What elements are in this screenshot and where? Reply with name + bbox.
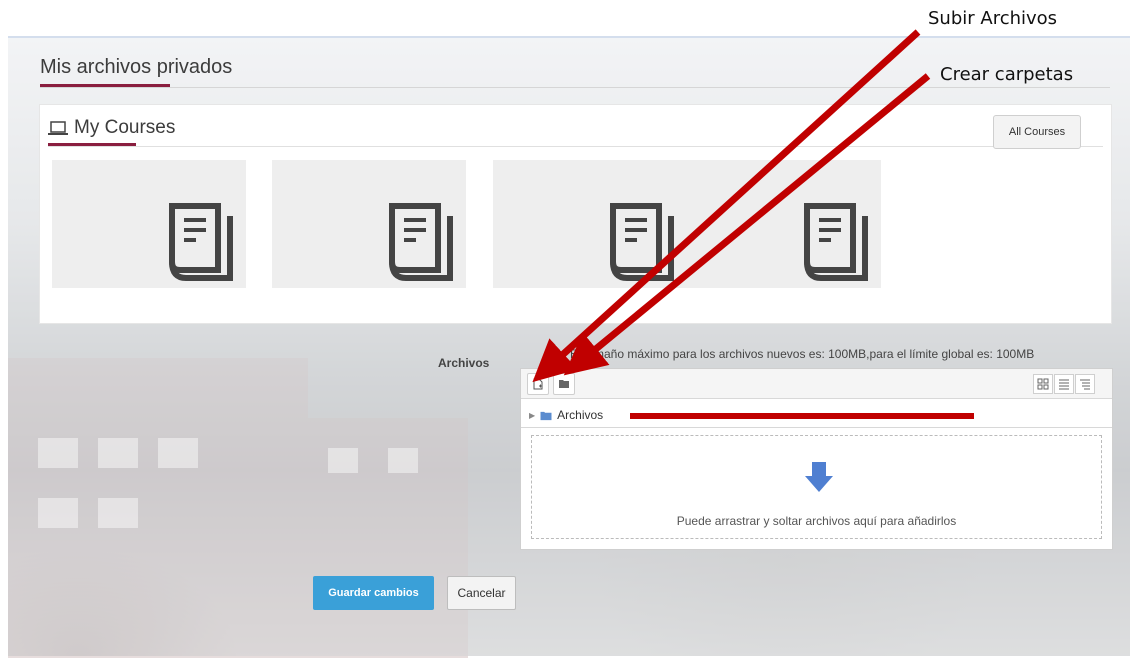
book-icon bbox=[389, 203, 453, 281]
folder-annotation: Crear carpetas bbox=[940, 64, 1074, 85]
book-icon bbox=[169, 203, 233, 281]
create-folder-icon bbox=[559, 380, 569, 388]
courses-divider bbox=[48, 146, 1103, 147]
course-card[interactable] bbox=[687, 160, 881, 288]
course-card[interactable] bbox=[52, 160, 246, 288]
course-card[interactable] bbox=[272, 160, 466, 288]
screenshot-stage: Mis archivos privados My Courses All Cou… bbox=[0, 0, 1130, 661]
grid-view-icon bbox=[1037, 378, 1049, 390]
file-manager-toolbar bbox=[521, 369, 1112, 399]
page-title-divider bbox=[40, 87, 1110, 88]
tree-view-button[interactable] bbox=[1075, 374, 1095, 394]
page-title: Mis archivos privados bbox=[40, 56, 233, 78]
my-courses-block: My Courses All Courses bbox=[39, 104, 1112, 324]
expand-arrow-icon: ▶ bbox=[529, 410, 536, 420]
courses-heading: My Courses bbox=[48, 117, 175, 139]
down-arrow-icon bbox=[805, 462, 833, 492]
book-icon bbox=[610, 203, 674, 281]
folder-icon bbox=[540, 411, 552, 420]
archivos-field-label: Archivos bbox=[438, 356, 490, 370]
book-icon bbox=[804, 203, 868, 281]
all-courses-button[interactable]: All Courses bbox=[993, 115, 1081, 149]
max-size-info: El tamaño máximo para los archivos nuevo… bbox=[570, 347, 1035, 361]
upload-annotation: Subir Archivos bbox=[928, 8, 1058, 29]
cancel-button[interactable]: Cancelar bbox=[447, 576, 516, 610]
path-label: Archivos bbox=[557, 408, 604, 422]
list-view-button[interactable] bbox=[1054, 374, 1074, 394]
course-card[interactable] bbox=[493, 160, 687, 288]
tree-view-icon bbox=[1080, 379, 1090, 390]
list-view-icon bbox=[1059, 379, 1069, 390]
laptop-icon bbox=[48, 121, 68, 135]
file-manager: ▶ Archivos Puede arrastrar y soltar arch… bbox=[520, 368, 1113, 550]
save-changes-button[interactable]: Guardar cambios bbox=[313, 576, 434, 610]
add-file-button[interactable] bbox=[527, 373, 549, 395]
add-file-icon bbox=[533, 378, 543, 390]
grid-view-button[interactable] bbox=[1033, 374, 1053, 394]
annotation-underline bbox=[630, 413, 974, 419]
drop-zone[interactable]: Puede arrastrar y soltar archivos aquí p… bbox=[531, 435, 1102, 539]
drop-zone-text: Puede arrastrar y soltar archivos aquí p… bbox=[676, 514, 957, 528]
courses-heading-label: My Courses bbox=[74, 117, 176, 138]
create-folder-button[interactable] bbox=[553, 373, 575, 395]
